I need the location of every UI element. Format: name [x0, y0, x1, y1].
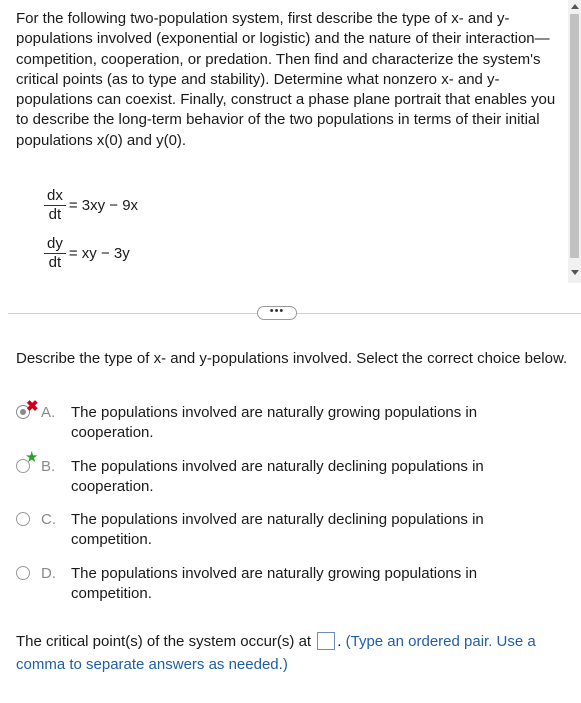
critical-suffix: . [337, 633, 342, 650]
problem-scrollbar[interactable] [568, 0, 581, 283]
choice-text: The populations involved are naturally g… [71, 565, 478, 602]
critical-prefix: The critical point(s) of the system occu… [16, 633, 312, 650]
scroll-down-arrow-icon[interactable] [571, 270, 579, 275]
fraction-denominator: dt [48, 254, 62, 271]
scroll-up-arrow-icon[interactable] [571, 4, 579, 9]
choice-letter: B. [41, 458, 56, 475]
radio-button[interactable] [16, 566, 30, 580]
choice-text: The populations involved are naturally g… [71, 404, 478, 441]
choice-text: The populations involved are naturally d… [71, 458, 484, 495]
equation-rhs: = xy − 3y [68, 245, 130, 262]
fraction-numerator: dx [44, 187, 66, 206]
derivative-dy-dt: dy dt [44, 235, 66, 272]
choice-letter: C. [41, 511, 56, 528]
choice-letter: D. [41, 565, 56, 582]
incorrect-x-icon: ✖ [26, 398, 39, 415]
more-options-button[interactable]: ••• [257, 306, 297, 320]
problem-statement: For the following two-population system,… [16, 10, 556, 149]
problem-panel: For the following two-population system,… [0, 0, 581, 300]
scroll-thumb[interactable] [570, 14, 579, 258]
equation-rhs: = 3xy − 9x [68, 197, 139, 214]
equation-dy-dt: dy dt = xy − 3y [44, 235, 130, 272]
critical-points-prompt: The critical point(s) of the system occu… [16, 630, 571, 676]
derivative-dx-dt: dx dt [44, 187, 66, 224]
radio-button[interactable] [16, 512, 30, 526]
critical-point-answer-input[interactable] [317, 632, 336, 650]
fraction-denominator: dt [48, 206, 62, 223]
question-prompt: Describe the type of x- and y-population… [16, 350, 568, 367]
fraction-numerator: dy [44, 235, 66, 254]
choice-letter: A. [41, 404, 56, 421]
correct-star-icon: ★ [25, 449, 39, 466]
choice-text: The populations involved are naturally d… [71, 511, 484, 548]
equation-dx-dt: dx dt = 3xy − 9x [44, 187, 138, 224]
